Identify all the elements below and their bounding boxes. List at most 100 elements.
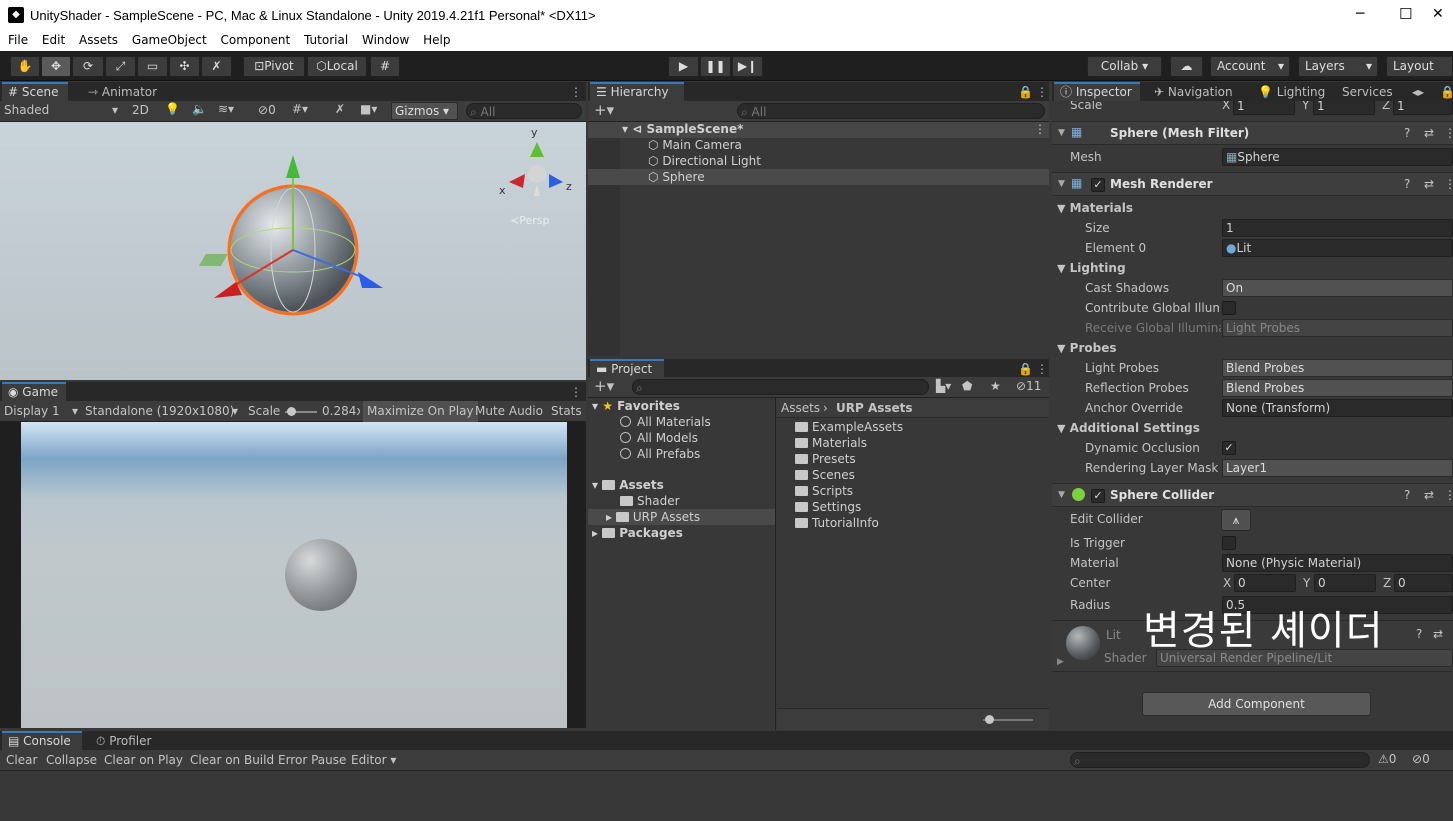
grid-toggle-icon[interactable]: #▾ — [292, 102, 308, 116]
create-button[interactable]: +▾ — [594, 101, 614, 119]
menu-component[interactable]: Component — [221, 31, 291, 47]
project-search-input[interactable]: ⌕ — [632, 379, 929, 395]
menu-file[interactable]: File — [8, 31, 28, 47]
error-pause-button[interactable]: Error Pause — [278, 753, 346, 767]
tab-console[interactable]: ▤ Console — [2, 731, 82, 751]
assets-folder[interactable]: ▾ Assets — [592, 478, 664, 492]
tab-animator[interactable]: ⇾ Animator — [82, 82, 163, 102]
camera-icon[interactable]: ■▾ — [360, 102, 377, 116]
mesh-object-field[interactable]: ▦Sphere — [1222, 148, 1453, 166]
rect-tool-button[interactable]: ▭ — [137, 56, 168, 77]
layers-dropdown[interactable]: Layers ▾ — [1298, 56, 1378, 77]
favorite-all-models[interactable]: All Models — [620, 431, 698, 445]
menu-edit[interactable]: Edit — [42, 31, 65, 47]
hidden-packages-toggle[interactable]: ⊘11 — [1016, 379, 1041, 393]
scale-slider[interactable] — [285, 407, 317, 416]
grid-snap-button[interactable]: # — [370, 56, 400, 77]
pivot-toggle[interactable]: ⊡Pivot — [243, 56, 305, 77]
anchor-override-field[interactable]: None (Transform) — [1222, 399, 1453, 417]
dynamic-occlusion-checkbox[interactable]: ✓ — [1222, 441, 1236, 455]
additional-settings-foldout[interactable]: ▼ Additional Settings — [1057, 421, 1200, 435]
menu-help[interactable]: Help — [423, 31, 450, 47]
tab-scene[interactable]: # Scene — [2, 82, 68, 102]
menu-tutorial[interactable]: Tutorial — [304, 31, 348, 47]
hand-tool-button[interactable]: ✋ — [10, 56, 40, 77]
component-menu-icon[interactable]: ⋮ — [1444, 126, 1453, 140]
scale-slider-thumb[interactable] — [287, 407, 297, 416]
tab-project[interactable]: ▬ Project — [590, 359, 664, 379]
hidden-objects-toggle[interactable]: ⊘0 — [258, 103, 276, 117]
help-icon[interactable]: ? — [1416, 627, 1422, 641]
packages-folder[interactable]: ▸ Packages — [592, 526, 683, 540]
preset-icon[interactable]: ⇄ — [1433, 627, 1443, 641]
tools-icon[interactable]: ✗ — [335, 102, 345, 116]
project-create-button[interactable]: +▾ — [594, 377, 614, 395]
preset-icon[interactable]: ⇄ — [1424, 488, 1434, 502]
local-toggle[interactable]: ⬡Local — [307, 56, 367, 77]
component-menu-icon[interactable]: ⋮ — [1444, 177, 1453, 191]
scale-x-input[interactable]: 1 — [1233, 101, 1295, 115]
play-button[interactable]: ▶ — [668, 56, 699, 77]
filter-label-icon[interactable]: ⬟ — [962, 379, 972, 393]
cloud-button[interactable]: ☁ — [1170, 56, 1203, 77]
foldout-arrow-icon[interactable]: ▼ — [1058, 490, 1065, 500]
scene-viewport[interactable]: y x z ≺Persp — [0, 122, 586, 380]
center-x-input[interactable]: 0 — [1234, 574, 1296, 592]
mesh-renderer-enabled-checkbox[interactable]: ✓ — [1091, 178, 1105, 192]
favorite-all-prefabs[interactable]: All Prefabs — [620, 447, 700, 461]
tab-profiler[interactable]: ⏱ Profiler — [90, 731, 157, 751]
is-trigger-checkbox[interactable] — [1222, 536, 1236, 550]
scale-z-input[interactable]: 1 — [1393, 101, 1453, 115]
clear-on-build-button[interactable]: Clear on Build — [190, 753, 274, 767]
folder-item[interactable]: Scenes — [795, 468, 855, 482]
maximize-button[interactable]: ☐ — [1399, 5, 1412, 23]
icon-size-slider-thumb[interactable] — [985, 715, 995, 724]
editor-dropdown[interactable]: Editor ▾ — [351, 753, 396, 767]
component-menu-icon[interactable]: ⋮ — [1444, 488, 1453, 502]
console-search-input[interactable]: ⌕ — [1070, 752, 1370, 768]
account-dropdown[interactable]: Account ▾ — [1210, 56, 1290, 77]
clear-button[interactable]: Clear — [6, 753, 37, 767]
close-button[interactable]: ✕ — [1432, 6, 1444, 22]
lock-icon[interactable]: 🔒 — [1434, 82, 1453, 102]
scale-tool-button[interactable]: ⤢ — [105, 56, 136, 77]
minimize-button[interactable]: ─ — [1356, 6, 1364, 22]
materials-size-input[interactable]: 1 — [1222, 219, 1453, 237]
mute-audio-toggle[interactable]: Mute Audio — [475, 404, 543, 418]
cast-shadows-dropdown[interactable]: On — [1222, 279, 1453, 297]
stats-toggle[interactable]: Stats — [551, 404, 582, 418]
scene-search-input[interactable]: ⌕ All — [466, 103, 582, 119]
move-tool-button[interactable]: ✥ — [41, 56, 71, 77]
rendering-layer-mask-dropdown[interactable]: Layer1 — [1222, 459, 1453, 477]
hierarchy-item-main-camera[interactable]: ⬡ Main Camera — [648, 138, 742, 152]
gizmos-dropdown[interactable]: Gizmos ▾ — [391, 102, 458, 120]
scale-y-input[interactable]: 1 — [1313, 101, 1375, 115]
collab-dropdown[interactable]: Collab ▾ — [1087, 56, 1162, 77]
folder-item[interactable]: TutorialInfo — [795, 516, 879, 530]
lighting-foldout[interactable]: ▼ Lighting — [1057, 261, 1126, 275]
menu-window[interactable]: Window — [362, 31, 409, 47]
folder-item[interactable]: Settings — [795, 500, 861, 514]
reflection-probes-dropdown[interactable]: Blend Probes — [1222, 379, 1453, 397]
physic-material-field[interactable]: None (Physic Material) — [1222, 554, 1453, 572]
sphere-collider-header[interactable]: ▼ ✓ Sphere Collider ? ⇄ ⋮ — [1052, 483, 1453, 507]
maximize-on-play-toggle[interactable]: Maximize On Play — [363, 401, 478, 422]
scene-menu-icon[interactable]: ⋮ — [1034, 122, 1046, 136]
persp-label[interactable]: ≺Persp — [510, 214, 549, 227]
menu-gameobject[interactable]: GameObject — [132, 31, 207, 47]
game-menu-button[interactable]: ⋮ — [564, 382, 588, 402]
resolution-dropdown[interactable]: Standalone (1920x1080) ▾ — [85, 404, 240, 418]
preset-icon[interactable]: ⇄ — [1424, 126, 1434, 140]
game-viewport[interactable] — [21, 422, 567, 728]
tab-overflow-icon[interactable]: ◂▸ — [1406, 82, 1430, 102]
preset-icon[interactable]: ⇄ — [1424, 177, 1434, 191]
tab-hierarchy[interactable]: ☰ Hierarchy — [590, 82, 684, 102]
tab-inspector[interactable]: ⓘ Inspector — [1054, 82, 1140, 102]
folder-item[interactable]: Materials — [795, 436, 867, 450]
warnings-toggle[interactable]: ⚠0 — [1378, 752, 1396, 766]
tab-navigation[interactable]: ✈ Navigation — [1148, 82, 1239, 102]
favorites-header[interactable]: ▾ ★ Favorites — [592, 399, 680, 413]
layout-dropdown[interactable]: Layout — [1386, 56, 1453, 77]
transform-tool-button[interactable]: ✣ — [169, 56, 200, 77]
contribute-gi-checkbox[interactable] — [1222, 301, 1236, 315]
